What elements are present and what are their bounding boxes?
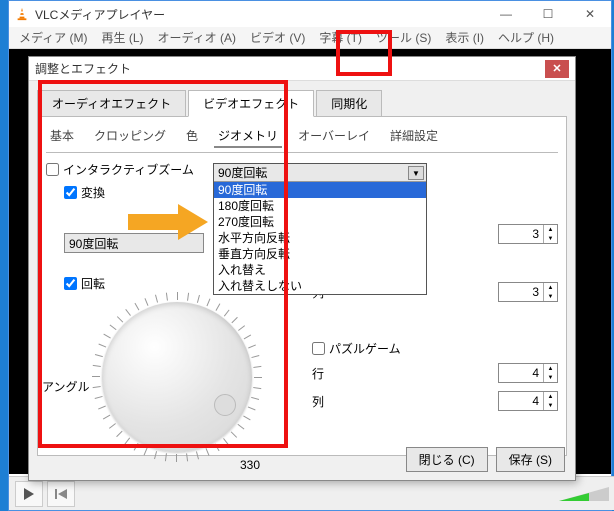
dropdown-option[interactable]: 入れ替えしない bbox=[214, 278, 426, 294]
volume-slider[interactable] bbox=[549, 486, 609, 502]
menu-view[interactable]: 表示 (I) bbox=[439, 27, 490, 48]
play-button[interactable] bbox=[15, 481, 43, 507]
dialog-titlebar: 調整とエフェクト ✕ bbox=[29, 57, 575, 81]
spin-up-icon[interactable]: ▲ bbox=[543, 225, 557, 234]
dropdown-option[interactable]: 180度回転 bbox=[214, 198, 426, 214]
save-button[interactable]: 保存 (S) bbox=[496, 447, 565, 472]
angle-label: アングル bbox=[42, 378, 90, 395]
main-tabs: オーディオエフェクト ビデオエフェクト 同期化 bbox=[37, 89, 567, 116]
close-button[interactable]: 閉じる (C) bbox=[406, 447, 488, 472]
menu-media[interactable]: メディア (M) bbox=[13, 27, 93, 48]
menu-audio[interactable]: オーディオ (A) bbox=[152, 27, 243, 48]
rotate-dial-group: アングル 330 bbox=[46, 298, 256, 478]
minimize-button[interactable]: ― bbox=[485, 1, 527, 27]
transform-combo[interactable]: 90度回転 bbox=[64, 233, 204, 253]
puzzle-rows-spin[interactable]: 4▲▼ bbox=[498, 363, 558, 383]
dropdown-option[interactable]: 水平方向反転 bbox=[214, 230, 426, 246]
dial-knob-icon bbox=[214, 394, 236, 416]
menu-subtitle[interactable]: 字幕 (T) bbox=[313, 27, 368, 48]
menu-video[interactable]: ビデオ (V) bbox=[244, 27, 311, 48]
tab-sync[interactable]: 同期化 bbox=[316, 90, 382, 117]
dropdown-arrow-icon[interactable]: ▼ bbox=[408, 166, 424, 180]
subtab-color[interactable]: 色 bbox=[182, 125, 202, 148]
subtab-basic[interactable]: 基本 bbox=[46, 125, 78, 148]
dropdown-option[interactable]: 90度回転 bbox=[214, 182, 426, 198]
puzzle-cols-label: 列 bbox=[312, 393, 336, 410]
menubar: メディア (M) 再生 (L) オーディオ (A) ビデオ (V) 字幕 (T)… bbox=[9, 27, 611, 49]
menu-tools[interactable]: ツール (S) bbox=[370, 27, 437, 48]
tab-audio-effects[interactable]: オーディオエフェクト bbox=[37, 90, 186, 117]
window-close-button[interactable]: ✕ bbox=[569, 1, 611, 27]
dialog-close-button[interactable]: ✕ bbox=[545, 60, 569, 78]
vlc-cone-icon bbox=[15, 7, 29, 21]
puzzle-cols-spin[interactable]: 4▲▼ bbox=[498, 391, 558, 411]
dropdown-option[interactable]: 垂直方向反転 bbox=[214, 246, 426, 262]
window-title: VLCメディアプレイヤー bbox=[35, 6, 485, 23]
tab-video-effects[interactable]: ビデオエフェクト bbox=[188, 90, 314, 117]
titlebar: VLCメディアプレイヤー ― ☐ ✕ bbox=[9, 1, 611, 27]
wall-cols2-spin[interactable]: 3▲▼ bbox=[498, 282, 558, 302]
dialog-title: 調整とエフェクト bbox=[35, 60, 545, 77]
puzzle-checkbox[interactable]: パズルゲーム bbox=[312, 340, 558, 357]
subtab-geometry[interactable]: ジオメトリ bbox=[214, 125, 282, 148]
wall-cols-spin[interactable]: 3▲▼ bbox=[498, 224, 558, 244]
maximize-button[interactable]: ☐ bbox=[527, 1, 569, 27]
subtab-advanced[interactable]: 詳細設定 bbox=[386, 125, 442, 148]
dropdown-option[interactable]: 270度回転 bbox=[214, 214, 426, 230]
sub-tabs: 基本 クロッピング 色 ジオメトリ オーバーレイ 詳細設定 bbox=[46, 125, 558, 153]
dialog-button-row: 閉じる (C) 保存 (S) bbox=[406, 447, 565, 472]
rotate-dial[interactable] bbox=[102, 302, 252, 452]
transform-dropdown-open[interactable]: 90度回転▼ 90度回転 180度回転 270度回転 水平方向反転 垂直方向反転… bbox=[213, 163, 427, 295]
angle-value: 330 bbox=[240, 458, 260, 472]
spin-down-icon[interactable]: ▼ bbox=[543, 234, 557, 243]
menu-playback[interactable]: 再生 (L) bbox=[95, 27, 149, 48]
menu-help[interactable]: ヘルプ (H) bbox=[492, 27, 560, 48]
prev-button[interactable] bbox=[47, 481, 75, 507]
playback-controls bbox=[9, 476, 614, 510]
dropdown-option[interactable]: 入れ替え bbox=[214, 262, 426, 278]
subtab-overlay[interactable]: オーバーレイ bbox=[294, 125, 374, 148]
subtab-crop[interactable]: クロッピング bbox=[90, 125, 170, 148]
puzzle-rows-label: 行 bbox=[312, 365, 336, 382]
